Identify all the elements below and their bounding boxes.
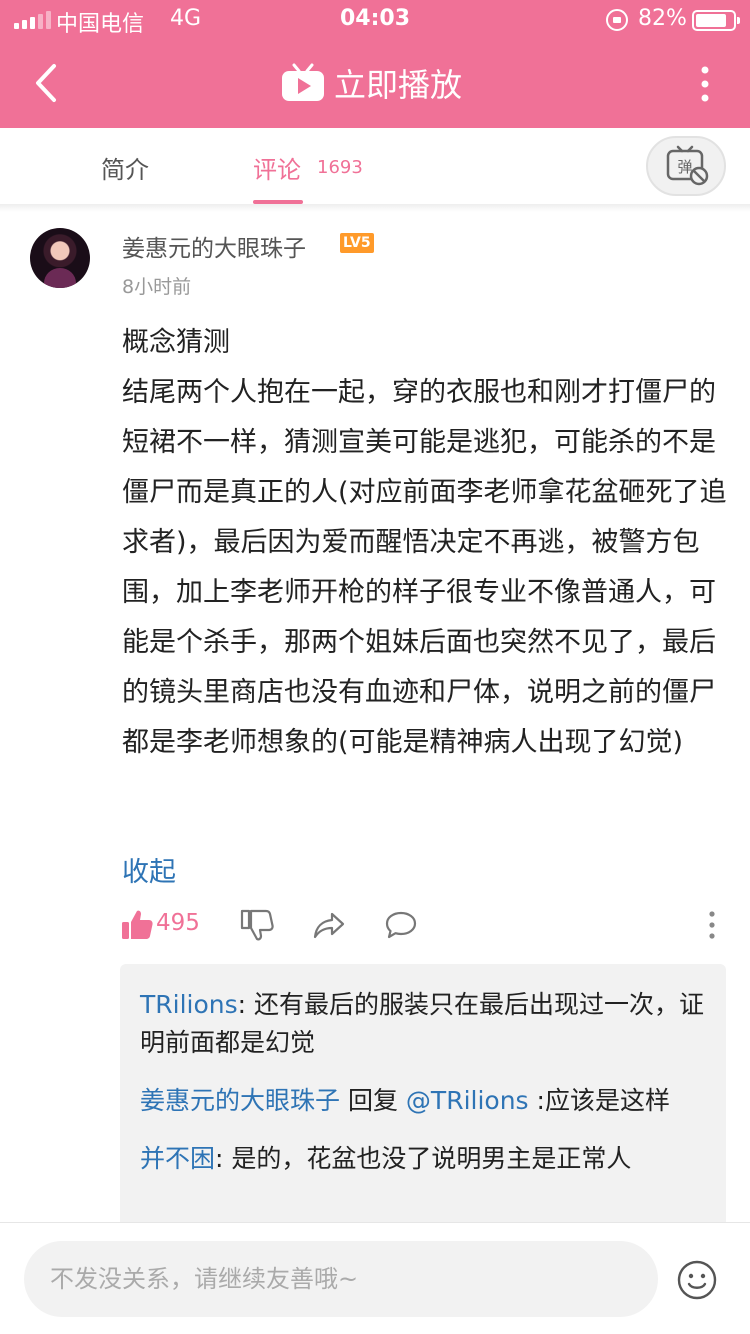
comment-bubble-icon[interactable] <box>384 908 418 942</box>
comment-paragraph: 概念猜测 <box>122 327 230 358</box>
reply-username[interactable]: TRilions <box>140 990 238 1019</box>
more-menu-button[interactable] <box>690 62 720 106</box>
status-bar: 中国电信 4G 04:03 82% <box>0 0 750 40</box>
back-button[interactable] <box>30 60 70 106</box>
comment-paragraph: 结尾两个人抱在一起，穿的衣服也和刚才打僵尸的短裙不一样，猜测宣美可能是逃犯，可能… <box>122 377 727 758</box>
collapse-link[interactable]: 收起 <box>122 850 176 889</box>
comment-timestamp: 8小时前 <box>122 276 192 298</box>
danmaku-off-icon: 弹 <box>666 145 709 186</box>
back-arrow-icon <box>36 64 56 102</box>
reply-username[interactable]: 姜惠元的大眼珠子 <box>140 1086 340 1115</box>
comment-actions: 495 <box>118 902 730 948</box>
tab-shadow <box>0 204 750 212</box>
more-vertical-icon <box>701 66 709 102</box>
reply-item[interactable]: TRilions: 还有最后的服装只在最后出现过一次，证明前面都是幻觉 <box>140 986 706 1062</box>
reply-text: : 是的，花盆也没了说明男主是正常人 <box>215 1144 632 1173</box>
tab-comments[interactable]: 评论 <box>253 150 301 185</box>
thumbs-down-icon[interactable] <box>240 908 274 942</box>
comment-input[interactable] <box>24 1241 658 1317</box>
app-header: 中国电信 4G 04:03 82% 立即播放 <box>0 0 750 128</box>
comment-text: 概念猜测 结尾两个人抱在一起，穿的衣服也和刚才打僵尸的短裙不一样，猜测宣美可能是… <box>122 318 730 768</box>
reply-mention[interactable]: @TRilions <box>406 1086 529 1115</box>
tv-icon <box>282 63 324 101</box>
tab-intro[interactable]: 简介 <box>101 150 149 185</box>
share-icon[interactable] <box>312 908 346 942</box>
reply-item[interactable]: 并不困: 是的，花盆也没了说明男主是正常人 <box>140 1140 706 1178</box>
thumbs-up-icon[interactable] <box>120 908 154 942</box>
danmaku-toggle-button[interactable]: 弹 <box>646 136 726 196</box>
comment-username[interactable]: 姜惠元的大眼珠子 <box>122 229 306 263</box>
battery-icon <box>692 10 740 31</box>
reply-text: :应该是这样 <box>528 1086 670 1115</box>
tab-bar: 简介 评论 1693 弹 <box>0 128 750 204</box>
comment-count: 1693 <box>317 157 363 178</box>
nav-bar: 立即播放 <box>0 40 750 128</box>
battery-fill <box>696 14 726 27</box>
rotation-lock-icon <box>606 9 628 31</box>
play-now-button[interactable]: 立即播放 <box>280 60 462 106</box>
page-title: 立即播放 <box>334 66 463 104</box>
reply-word: 回复 <box>340 1086 406 1115</box>
avatar[interactable] <box>30 228 90 288</box>
like-count: 495 <box>156 910 200 936</box>
reply-username[interactable]: 并不困 <box>140 1144 215 1173</box>
more-vertical-icon[interactable] <box>700 908 724 942</box>
emoji-icon[interactable] <box>676 1259 718 1301</box>
level-badge: LV5 <box>340 233 374 253</box>
reply-item[interactable]: 姜惠元的大眼珠子 回复 @TRilions :应该是这样 <box>140 1082 706 1120</box>
battery-percent: 82% <box>638 6 687 31</box>
comment-input-bar <box>0 1222 750 1334</box>
